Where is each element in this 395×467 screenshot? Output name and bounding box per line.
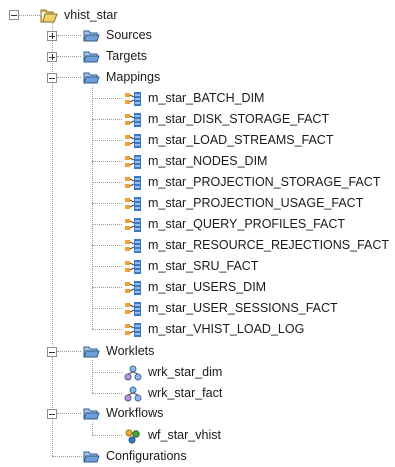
folder-label: Sources xyxy=(106,28,152,42)
tree-node-mapping[interactable]: m_star_VHIST_LOAD_LOG xyxy=(124,319,304,340)
folder-open-icon xyxy=(40,8,58,24)
mapping-icon xyxy=(124,280,142,296)
tree-line xyxy=(92,393,122,394)
tree-node-mapping[interactable]: m_star_USERS_DIM xyxy=(124,277,266,298)
tree-node-mapping[interactable]: m_star_LOAD_STREAMS_FACT xyxy=(124,130,333,151)
collapse-toggle[interactable] xyxy=(47,409,57,419)
tree-line xyxy=(92,98,122,99)
tree-line xyxy=(92,287,122,288)
tree-line xyxy=(92,161,122,162)
folder-open-icon xyxy=(82,344,100,360)
folder-label: Configurations xyxy=(106,449,187,463)
collapse-toggle[interactable] xyxy=(47,347,57,357)
tree-line xyxy=(92,266,122,267)
mapping-label: m_star_NODES_DIM xyxy=(148,154,268,168)
mapping-icon xyxy=(124,217,142,233)
tree-line xyxy=(57,351,81,352)
tree-node-mapping[interactable]: m_star_SRU_FACT xyxy=(124,256,258,277)
tree-node-mapping[interactable]: m_star_RESOURCE_REJECTIONS_FACT xyxy=(124,235,389,256)
worklet-icon xyxy=(124,365,142,381)
mapping-label: m_star_PROJECTION_USAGE_FACT xyxy=(148,196,364,210)
tree-line xyxy=(57,35,81,36)
tree-line xyxy=(92,86,93,329)
mapping-icon xyxy=(124,322,142,338)
tree-line xyxy=(57,413,81,414)
mapping-icon xyxy=(124,91,142,107)
tree-node-mapping[interactable]: m_star_BATCH_DIM xyxy=(124,88,264,109)
tree-line xyxy=(92,245,122,246)
mapping-icon xyxy=(124,133,142,149)
mapping-icon xyxy=(124,259,142,275)
tree-node-mapping[interactable]: m_star_NODES_DIM xyxy=(124,151,267,172)
mapping-icon xyxy=(124,301,142,317)
folder-label: Targets xyxy=(106,49,147,63)
tree-node-worklets[interactable]: Worklets xyxy=(82,341,154,362)
expand-toggle[interactable] xyxy=(47,52,57,62)
tree-node-mapping[interactable]: m_star_PROJECTION_STORAGE_FACT xyxy=(124,172,380,193)
folder-open-icon xyxy=(82,406,100,422)
tree-node-mapping[interactable]: m_star_USER_SESSIONS_FACT xyxy=(124,298,338,319)
tree-line xyxy=(92,308,122,309)
folder-label: Mappings xyxy=(106,70,161,84)
workflow-icon xyxy=(124,428,142,444)
tree-line xyxy=(52,456,82,457)
mapping-icon xyxy=(124,154,142,170)
tree-node-worklet[interactable]: wrk_star_dim xyxy=(124,362,222,383)
worklet-label: wrk_star_dim xyxy=(148,365,223,379)
folder-icon xyxy=(82,28,100,44)
collapse-toggle[interactable] xyxy=(9,10,19,20)
mapping-label: m_star_PROJECTION_STORAGE_FACT xyxy=(148,175,381,189)
mapping-label: m_star_VHIST_LOAD_LOG xyxy=(148,322,305,336)
workflow-label: wf_star_vhist xyxy=(148,428,221,442)
tree-node-sources[interactable]: Sources xyxy=(82,25,152,46)
root-label: vhist_star xyxy=(64,8,118,22)
tree-line xyxy=(92,435,122,436)
collapse-toggle[interactable] xyxy=(47,73,57,83)
tree-node-mapping[interactable]: m_star_PROJECTION_USAGE_FACT xyxy=(124,193,363,214)
mapping-icon xyxy=(124,238,142,254)
tree-node-mappings[interactable]: Mappings xyxy=(82,67,160,88)
tree-line xyxy=(52,20,53,456)
tree-line xyxy=(57,77,81,78)
mapping-icon xyxy=(124,175,142,191)
mapping-label: m_star_USERS_DIM xyxy=(148,280,267,294)
worklet-label: wrk_star_fact xyxy=(148,386,223,400)
tree-node-configurations[interactable]: Configurations xyxy=(82,446,187,467)
tree-line xyxy=(92,329,122,330)
tree-line xyxy=(92,140,122,141)
tree-line xyxy=(57,56,81,57)
tree-line xyxy=(92,182,122,183)
mapping-label: m_star_LOAD_STREAMS_FACT xyxy=(148,133,334,147)
mapping-icon xyxy=(124,196,142,212)
worklet-icon xyxy=(124,386,142,402)
mapping-label: m_star_SRU_FACT xyxy=(148,259,259,273)
folder-label: Worklets xyxy=(106,344,155,358)
mapping-label: m_star_BATCH_DIM xyxy=(148,91,265,105)
tree-line xyxy=(18,15,40,16)
folder-open-icon xyxy=(82,70,100,86)
expand-toggle[interactable] xyxy=(47,31,57,41)
tree-node-mapping[interactable]: m_star_QUERY_PROFILES_FACT xyxy=(124,214,345,235)
folder-icon xyxy=(82,449,100,465)
tree-node-root[interactable]: vhist_star xyxy=(40,5,118,26)
tree-line xyxy=(92,372,122,373)
tree-line xyxy=(92,360,93,393)
tree-node-workflow[interactable]: wf_star_vhist xyxy=(124,425,221,446)
tree-line xyxy=(92,119,122,120)
mapping-label: m_star_RESOURCE_REJECTIONS_FACT xyxy=(148,238,390,252)
tree-node-mapping[interactable]: m_star_DISK_STORAGE_FACT xyxy=(124,109,329,130)
folder-icon xyxy=(82,49,100,65)
mapping-label: m_star_USER_SESSIONS_FACT xyxy=(148,301,338,315)
repository-tree: vhist_star Sources Targets Mappings m_st… xyxy=(0,0,395,465)
tree-node-workflows[interactable]: Workflows xyxy=(82,403,163,424)
tree-line xyxy=(92,224,122,225)
tree-node-worklet[interactable]: wrk_star_fact xyxy=(124,383,222,404)
tree-line xyxy=(92,203,122,204)
folder-label: Workflows xyxy=(106,406,164,420)
mapping-icon xyxy=(124,112,142,128)
tree-node-targets[interactable]: Targets xyxy=(82,46,147,67)
mapping-label: m_star_DISK_STORAGE_FACT xyxy=(148,112,330,126)
mapping-label: m_star_QUERY_PROFILES_FACT xyxy=(148,217,346,231)
